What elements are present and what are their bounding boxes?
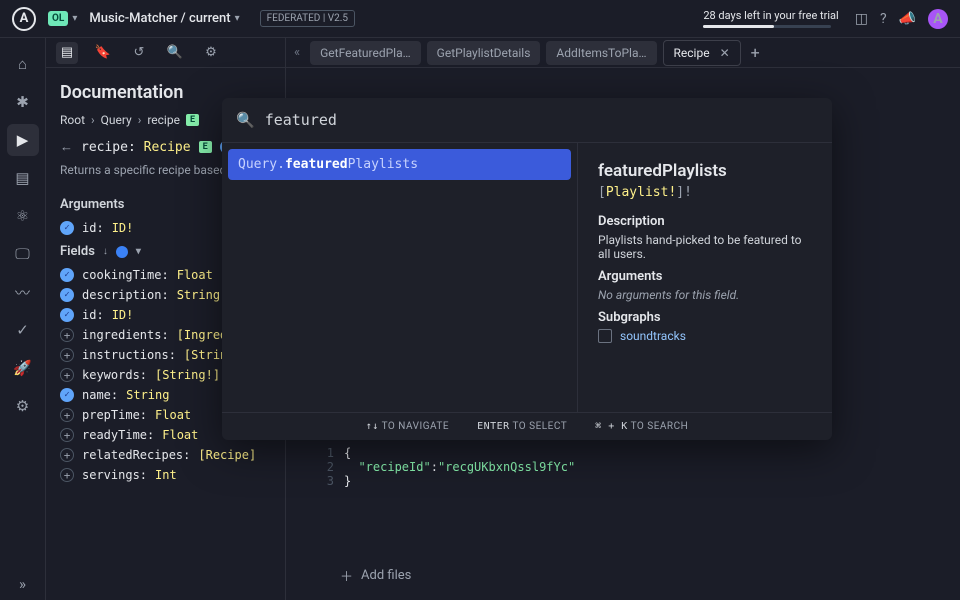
sort-icon: ↓	[103, 246, 108, 257]
entity-badge: E	[186, 114, 199, 126]
explorer-icon[interactable]: ▶	[7, 124, 39, 156]
settings-icon[interactable]: ⚙	[200, 42, 222, 64]
monitor-icon[interactable]: 🖵	[7, 238, 39, 270]
tab[interactable]: GetPlaylistDetails	[427, 41, 541, 65]
search-footer: ↑↓ TO NAVIGATE ENTER TO SELECT ⌘ + K TO …	[222, 412, 832, 440]
search-input[interactable]: featured	[265, 111, 337, 129]
trial-progress	[703, 25, 831, 28]
subgraphs-heading: Subgraphs	[598, 310, 812, 325]
graph-selector[interactable]: Music-Matcher / current	[89, 11, 230, 26]
settings-icon[interactable]: ⚙	[7, 390, 39, 422]
add-files-button[interactable]: ＋Add files	[340, 566, 411, 585]
tab-active[interactable]: Recipe✕	[663, 40, 741, 66]
chevron-down-icon[interactable]: ▾	[72, 13, 77, 24]
checks-icon[interactable]: ✓	[7, 314, 39, 346]
tab[interactable]: AddItemsToPla…	[546, 41, 656, 65]
new-tab-button[interactable]: +	[751, 43, 760, 62]
docs-tab[interactable]: ▤	[56, 42, 78, 64]
graph-icon[interactable]: ✱	[7, 86, 39, 118]
expand-rail-icon[interactable]: »	[7, 568, 39, 600]
bookmark-icon[interactable]: 🔖	[92, 42, 114, 64]
history-icon[interactable]: ↺	[128, 42, 150, 64]
description-heading: Description	[598, 214, 812, 229]
search-detail-panel: featuredPlaylists [Playlist!]! Descripti…	[577, 143, 832, 412]
metrics-icon[interactable]: 〰	[7, 276, 39, 308]
federated-badge: FEDERATED | V2.5	[260, 10, 355, 27]
search-overlay: 🔍 featured Query.featuredPlaylists featu…	[222, 98, 832, 440]
plus-icon: +	[60, 468, 74, 482]
field-row[interactable]: +servings: Int	[46, 465, 285, 485]
plus-icon: +	[60, 408, 74, 422]
search-icon[interactable]: 🔍	[164, 42, 186, 64]
search-icon: 🔍	[236, 111, 255, 129]
icon-rail: ⌂ ✱ ▶ ▤ ⚛ 🖵 〰 ✓ 🚀 ⚙ »	[0, 38, 46, 600]
launch-icon[interactable]: 🚀	[7, 352, 39, 384]
filter-dot-icon	[116, 246, 128, 258]
description-text: Playlists hand-picked to be featured to …	[598, 233, 812, 261]
docs-icon[interactable]: ◫	[855, 11, 868, 27]
help-icon[interactable]: ?	[880, 11, 887, 27]
field-row[interactable]: +relatedRecipes: [Recipe]	[46, 445, 285, 465]
type-signature: [Playlist!]!	[598, 185, 812, 200]
plus-icon: +	[60, 368, 74, 382]
no-arguments-text: No arguments for this field.	[598, 288, 812, 302]
tab[interactable]: GetFeaturedPla…	[310, 41, 421, 65]
search-result[interactable]: Query.featuredPlaylists	[228, 149, 571, 180]
chevron-down-icon[interactable]: ▾	[235, 13, 240, 24]
arguments-heading: Arguments	[598, 269, 812, 284]
plus-icon: ＋	[340, 566, 353, 585]
entity-badge: E	[199, 141, 212, 153]
clients-icon[interactable]: ⚛	[7, 200, 39, 232]
trial-label: 28 days left in your free trial	[703, 9, 838, 22]
subgraph-link[interactable]: soundtracks	[598, 329, 812, 343]
announce-icon[interactable]: 📣	[899, 11, 916, 27]
avatar[interactable]: A	[928, 9, 948, 29]
close-icon[interactable]: ✕	[720, 46, 730, 60]
tab-bar: « GetFeaturedPla… GetPlaylistDetails Add…	[286, 38, 960, 68]
detail-title: featuredPlaylists	[598, 161, 812, 181]
subgraph-icon	[598, 329, 612, 343]
plus-icon: +	[60, 348, 74, 362]
plus-icon: +	[60, 428, 74, 442]
plus-icon: +	[60, 448, 74, 462]
back-icon[interactable]: ←	[60, 139, 73, 155]
check-icon: ✓	[60, 221, 74, 235]
variables-editor[interactable]: 1{ 2 "recipeId": "recgUKbxnQssl9fYc" 3}	[316, 446, 634, 488]
app-logo[interactable]: A	[12, 7, 36, 31]
home-icon[interactable]: ⌂	[7, 48, 39, 80]
collapse-icon[interactable]: «	[294, 45, 300, 60]
org-badge[interactable]: OL	[48, 11, 68, 26]
schema-icon[interactable]: ▤	[7, 162, 39, 194]
plus-icon: +	[60, 328, 74, 342]
